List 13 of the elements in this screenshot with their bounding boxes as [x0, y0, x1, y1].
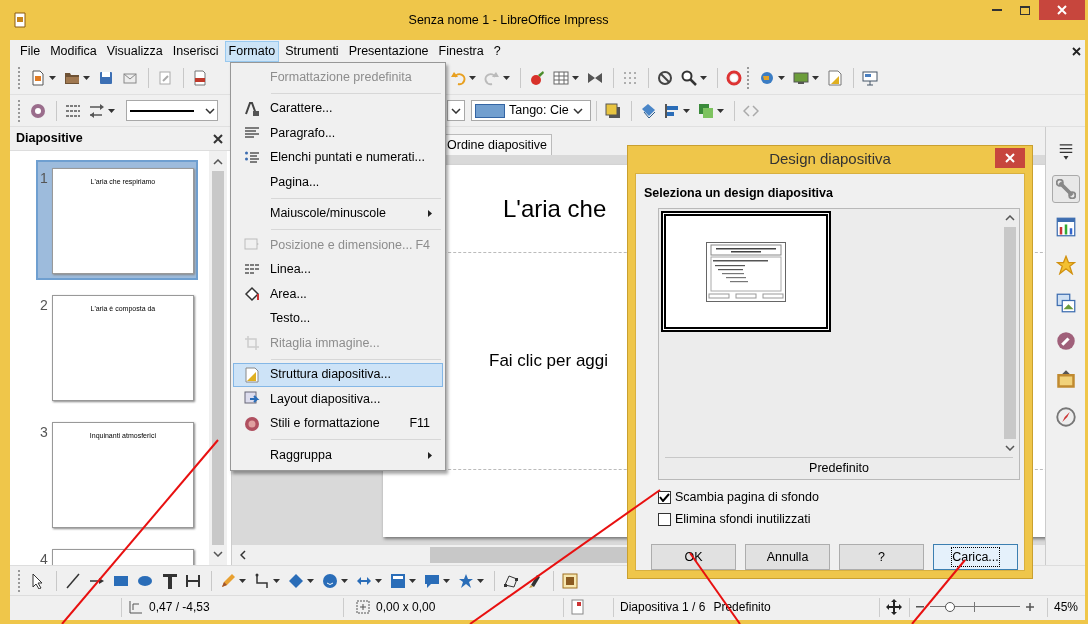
zoom-percentage: 45% — [1054, 599, 1079, 616]
object-size: 0,00 x 0,00 — [376, 599, 436, 616]
dialog-title: Design diapositiva — [769, 149, 891, 170]
panel-title: Diapositive — [16, 130, 83, 148]
design-name: Predefinito — [665, 457, 1013, 479]
slide-number: 4 — [40, 550, 49, 565]
cursor-position: 0,47 / -4,53 — [149, 599, 210, 616]
slide-number: 1 — [40, 169, 49, 188]
slide-number: 3 — [40, 423, 49, 442]
window-title: Senza nome 1 - LibreOffice Impress — [408, 11, 609, 29]
section-heading: Seleziona un design diapositiva — [644, 185, 834, 203]
slide-indicator: Diapositiva 1 / 6 — [620, 599, 706, 616]
slide-number: 2 — [40, 296, 49, 315]
